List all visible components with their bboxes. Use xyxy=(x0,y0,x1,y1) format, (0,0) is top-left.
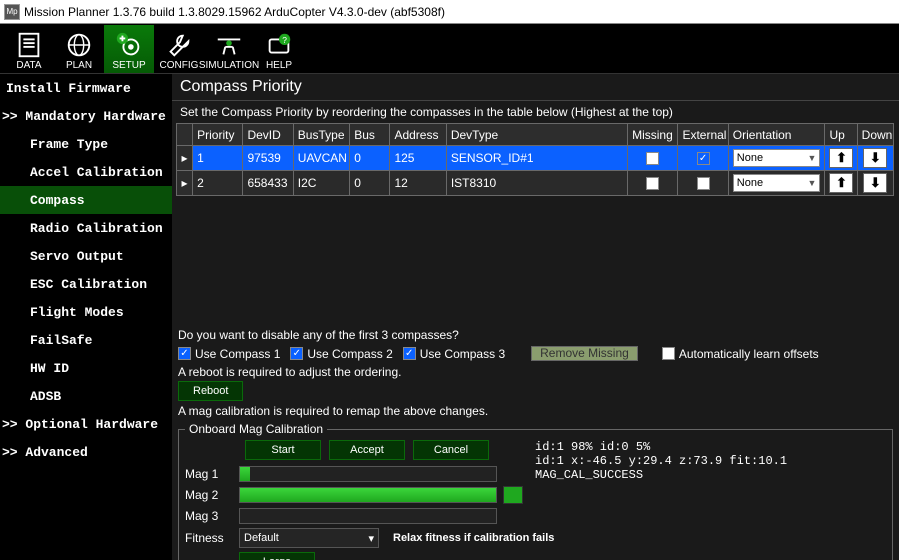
svg-text:?: ? xyxy=(282,35,287,45)
mag2-progress xyxy=(239,487,497,503)
toolbar-help[interactable]: ? HELP xyxy=(254,25,304,73)
use-compass-2[interactable]: ✓Use Compass 2 xyxy=(290,347,392,361)
fitness-label: Fitness xyxy=(185,531,239,545)
window-titlebar: Mp Mission Planner 1.3.76 build 1.3.8029… xyxy=(0,0,899,24)
table-row[interactable]: ▸2658433I2C012IST8310None▼⬆⬇ xyxy=(177,171,894,196)
sidebar-hw-id[interactable]: HW ID xyxy=(0,354,172,382)
move-down-button[interactable]: ⬇ xyxy=(863,173,887,193)
fitness-select[interactable]: Default ▾ xyxy=(239,528,379,548)
app-icon: Mp xyxy=(4,4,20,20)
move-up-button[interactable]: ⬆ xyxy=(829,173,853,193)
magcal-text: A mag calibration is required to remap t… xyxy=(172,404,899,420)
col-orientation[interactable]: Orientation xyxy=(728,124,825,146)
sidebar-failsafe[interactable]: FailSafe xyxy=(0,326,172,354)
sidebar-adsb[interactable]: ADSB xyxy=(0,382,172,410)
sidebar-servo-output[interactable]: Servo Output xyxy=(0,242,172,270)
toolbar-data[interactable]: DATA xyxy=(4,25,54,73)
col-up[interactable]: Up xyxy=(825,124,857,146)
orientation-select[interactable]: None▼ xyxy=(733,174,821,192)
mag2-complete-icon xyxy=(503,486,523,504)
row-header-blank xyxy=(177,124,193,146)
window-title: Mission Planner 1.3.76 build 1.3.8029.15… xyxy=(24,5,445,19)
sidebar-accel-calibration[interactable]: Accel Calibration xyxy=(0,158,172,186)
toolbar-config[interactable]: CONFIG xyxy=(154,25,204,73)
auto-learn-offsets[interactable]: Automatically learn offsets xyxy=(662,347,819,361)
col-devid[interactable]: DevID xyxy=(243,124,293,146)
calibration-status: id:1 98% id:0 5% id:1 x:-46.5 y:29.4 z:7… xyxy=(535,440,899,482)
sidebar-frame-type[interactable]: Frame Type xyxy=(0,130,172,158)
sidebar-esc-calibration[interactable]: ESC Calibration xyxy=(0,270,172,298)
col-bustype[interactable]: BusType xyxy=(293,124,349,146)
chevron-down-icon: ▼ xyxy=(808,178,817,188)
large-button[interactable]: Large xyxy=(239,552,315,560)
sidebar: Install Firmware >> Mandatory Hardware F… xyxy=(0,74,172,560)
orientation-select[interactable]: None▼ xyxy=(733,149,821,167)
col-devtype[interactable]: DevType xyxy=(446,124,627,146)
mag3-label: Mag 3 xyxy=(185,509,239,523)
accept-button[interactable]: Accept xyxy=(329,440,405,460)
use-compass-1[interactable]: ✓Use Compass 1 xyxy=(178,347,280,361)
help-icon: ? xyxy=(263,30,295,60)
remove-missing-button[interactable]: Remove Missing xyxy=(531,346,638,361)
toolbar-simulation[interactable]: SIMULATION xyxy=(204,25,254,73)
table-row[interactable]: ▸197539UAVCAN0125SENSOR_ID#1✓None▼⬆⬇ xyxy=(177,146,894,171)
onboard-mag-calibration: Onboard Mag Calibration Start Accept Can… xyxy=(178,422,893,560)
mag2-label: Mag 2 xyxy=(185,488,239,502)
wrench-icon xyxy=(163,30,195,60)
compass-table[interactable]: Priority DevID BusType Bus Address DevTy… xyxy=(176,123,894,196)
col-missing[interactable]: Missing xyxy=(628,124,678,146)
page-icon xyxy=(13,30,45,60)
mag1-label: Mag 1 xyxy=(185,467,239,481)
move-down-button[interactable]: ⬇ xyxy=(863,148,887,168)
sidebar-radio-calibration[interactable]: Radio Calibration xyxy=(0,214,172,242)
start-button[interactable]: Start xyxy=(245,440,321,460)
sidebar-mandatory-hardware[interactable]: >> Mandatory Hardware xyxy=(0,102,172,130)
sidebar-install-firmware[interactable]: Install Firmware xyxy=(0,74,172,102)
page-title: Compass Priority xyxy=(172,74,899,101)
col-priority[interactable]: Priority xyxy=(193,124,243,146)
sidebar-optional-hardware[interactable]: >> Optional Hardware xyxy=(0,410,172,438)
reboot-text: A reboot is required to adjust the order… xyxy=(172,363,899,381)
onboard-legend: Onboard Mag Calibration xyxy=(185,422,327,436)
col-down[interactable]: Down xyxy=(857,124,893,146)
chevron-down-icon: ▾ xyxy=(368,532,374,545)
use-compass-3[interactable]: ✓Use Compass 3 xyxy=(403,347,505,361)
sidebar-advanced[interactable]: >> Advanced xyxy=(0,438,172,466)
col-external[interactable]: External xyxy=(678,124,728,146)
cancel-button[interactable]: Cancel xyxy=(413,440,489,460)
sidebar-compass[interactable]: Compass xyxy=(0,186,172,214)
content-area: Compass Priority Set the Compass Priorit… xyxy=(172,74,899,560)
chevron-down-icon: ▼ xyxy=(808,153,817,163)
top-toolbar: DATA PLAN SETUP CONFIG SIMULATION ? HELP xyxy=(0,24,899,74)
gear-plus-icon xyxy=(113,30,145,60)
reboot-button[interactable]: Reboot xyxy=(178,381,243,401)
disable-question: Do you want to disable any of the first … xyxy=(172,326,899,344)
move-up-button[interactable]: ⬆ xyxy=(829,148,853,168)
mag3-progress xyxy=(239,508,497,524)
toolbar-setup[interactable]: SETUP xyxy=(104,25,154,73)
priority-description: Set the Compass Priority by reordering t… xyxy=(172,101,899,123)
mag1-progress xyxy=(239,466,497,482)
globe-icon xyxy=(63,30,95,60)
sidebar-flight-modes[interactable]: Flight Modes xyxy=(0,298,172,326)
relax-fitness-text: Relax fitness if calibration fails xyxy=(393,532,554,544)
drone-icon xyxy=(213,30,245,60)
col-address[interactable]: Address xyxy=(390,124,446,146)
toolbar-plan[interactable]: PLAN xyxy=(54,25,104,73)
col-bus[interactable]: Bus xyxy=(350,124,390,146)
